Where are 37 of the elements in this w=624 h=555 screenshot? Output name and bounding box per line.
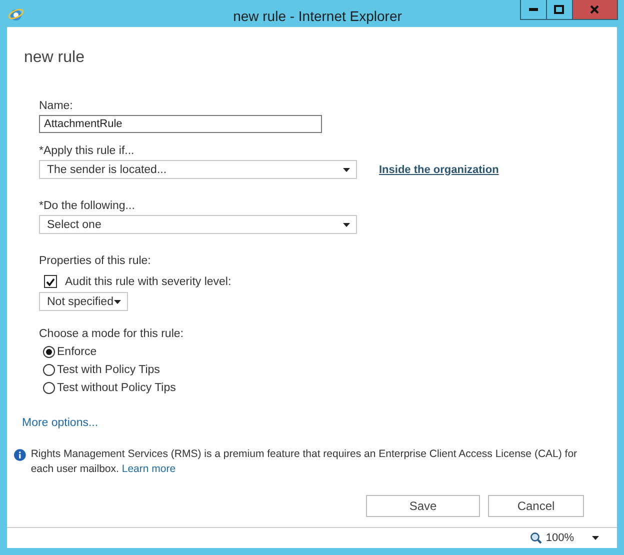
caret-icon [114, 300, 121, 304]
radio-button[interactable] [43, 364, 55, 376]
save-button[interactable]: Save [366, 495, 480, 517]
caret-icon [343, 222, 350, 226]
audit-checkbox[interactable] [44, 275, 57, 288]
info-icon [14, 449, 26, 461]
learn-more-link[interactable]: Learn more [122, 463, 176, 475]
name-field[interactable]: AttachmentRule [39, 115, 322, 133]
action-dropdown[interactable]: Select one [39, 215, 357, 234]
checkbox-label: Audit this rule with severity level: [65, 276, 232, 288]
more-options-link[interactable]: More options... [22, 417, 98, 429]
window-title: new rule - Internet Explorer [232, 8, 402, 24]
severity-dropdown[interactable]: Not specified [39, 292, 128, 311]
section-label: Choose a mode for this rule: [39, 328, 184, 340]
page-heading: new rule [24, 49, 86, 67]
cancel-button[interactable]: Cancel [488, 495, 584, 517]
radio-label: Test with Policy Tips [57, 364, 160, 376]
section-label: Properties of this rule: [39, 255, 152, 267]
field-label: *Apply this rule if... [39, 145, 136, 157]
minimize-button[interactable] [520, 0, 547, 20]
radio-button[interactable] [43, 382, 55, 394]
maximize-icon [554, 5, 564, 14]
radio-button[interactable] [43, 346, 55, 358]
zoom-level[interactable]: 100% [546, 532, 574, 544]
condition-link[interactable]: Inside the organization [379, 164, 499, 176]
condition-dropdown[interactable]: The sender is located... [39, 160, 357, 179]
field-label: Name: [39, 100, 74, 112]
minimize-icon [528, 8, 538, 11]
close-button[interactable] [572, 0, 618, 20]
field-label: *Do the following... [39, 200, 136, 212]
caret-icon [343, 168, 350, 172]
notice-text: Rights Management Services (RMS) is a premium feature that requires an Enterprise Client Access License (CAL) for each user mailbox. Learn more [30, 447, 578, 477]
zoom-icon [530, 532, 542, 544]
caret-icon [592, 536, 599, 540]
radio-label: Test without Policy Tips [57, 382, 176, 394]
close-icon [590, 5, 600, 14]
radio-label: Enforce [57, 346, 97, 358]
